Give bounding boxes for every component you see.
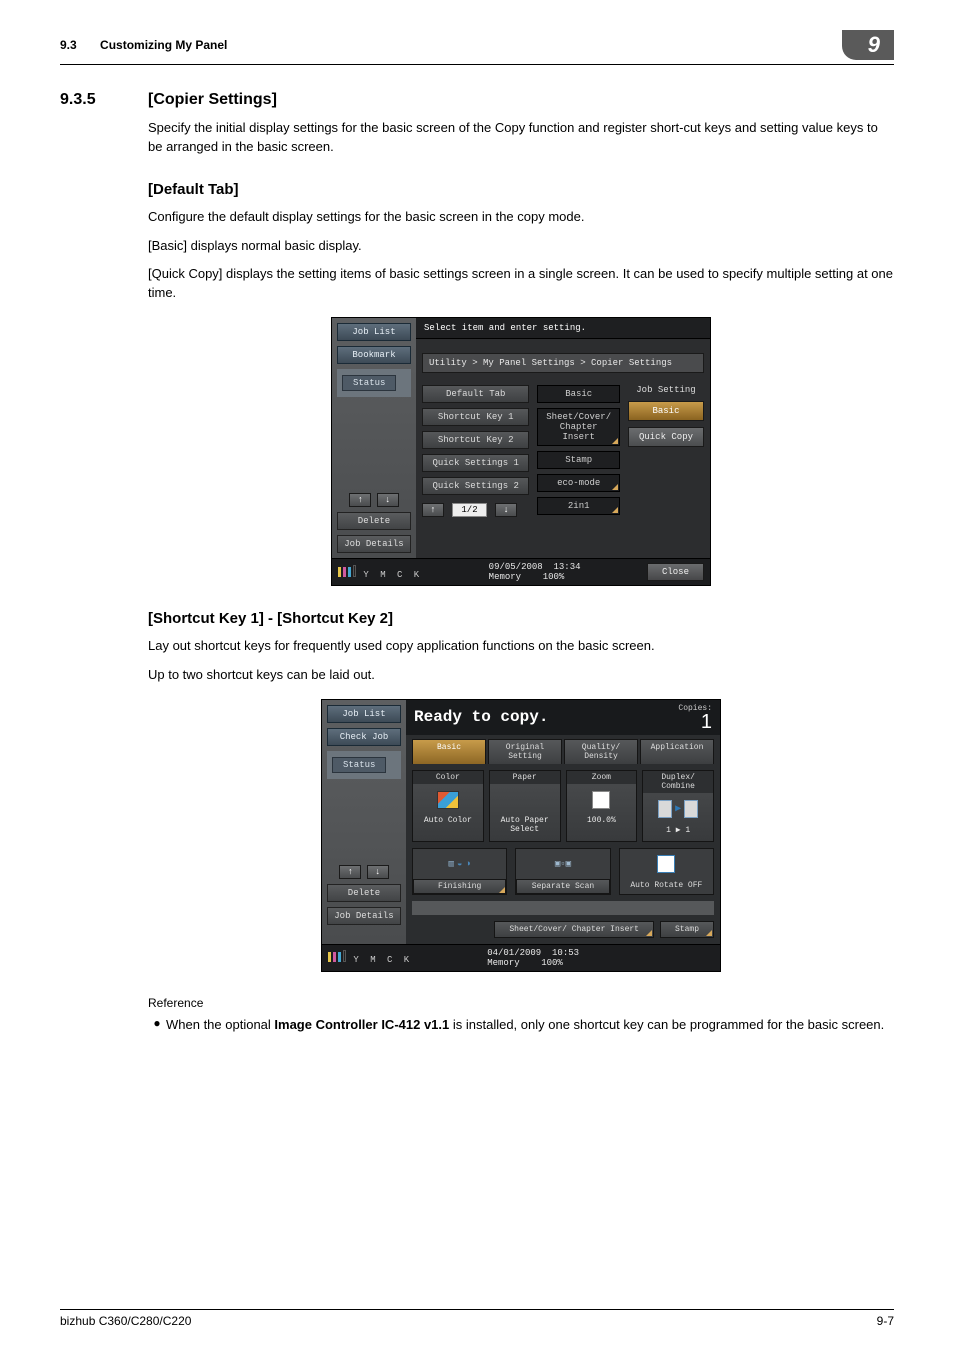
quick-copy-option-button[interactable]: Quick Copy xyxy=(628,427,704,447)
paper-panel[interactable]: Paper Auto Paper Select xyxy=(489,770,561,842)
basic-option-button[interactable]: Basic xyxy=(628,401,704,421)
default-tab-p3: [Quick Copy] displays the setting items … xyxy=(148,265,894,303)
stamp-shortcut[interactable]: Stamp xyxy=(660,921,714,938)
finishing-button[interactable]: ▥ ◒ ◑ Finishing xyxy=(412,848,507,895)
page-up-button[interactable]: ↑ xyxy=(422,503,444,517)
row-shortcut2-label[interactable]: Shortcut Key 2 xyxy=(422,431,529,449)
copies-display: Copies: 1 xyxy=(678,704,712,731)
default-tab-heading: [Default Tab] xyxy=(148,181,894,198)
toner-labels: Y M C K xyxy=(363,570,422,580)
status-button[interactable]: Status xyxy=(342,375,396,391)
separate-scan-icon: ▣▫▣ xyxy=(555,859,571,869)
status-row: Status xyxy=(337,369,411,397)
job-list-button-2[interactable]: Job List xyxy=(327,705,401,723)
scr2-left-column: Job List Check Job Status ↑ ↓ Delete Job… xyxy=(322,700,406,944)
tab-row: Basic Original Setting Quality/ Density … xyxy=(406,735,720,764)
screenshot-1-wrap: Job List Bookmark Status ↑ ↓ Delete Job … xyxy=(148,317,894,586)
row-default-tab-value: Basic xyxy=(537,385,620,403)
staple-icon: ▥ xyxy=(449,859,454,869)
footer-model: bizhub C360/C280/C220 xyxy=(60,1314,191,1328)
fold-icon: ◑ xyxy=(465,859,470,869)
ready-message: Ready to copy. xyxy=(414,708,548,726)
job-setting-column: Job Setting Basic Quick Copy xyxy=(628,385,704,520)
breadcrumb: Utility > My Panel Settings > Copier Set… xyxy=(422,353,704,373)
reference-bullet: ● When the optional Image Controller IC-… xyxy=(148,1016,894,1035)
row-default-tab-label[interactable]: Default Tab xyxy=(422,385,529,403)
default-tab-p1: Configure the default display settings f… xyxy=(148,208,894,227)
duplex-icon: ▶ xyxy=(658,800,698,818)
shortcut-heading: [Shortcut Key 1] - [Shortcut Key 2] xyxy=(148,610,894,627)
scr1-left-column: Job List Bookmark Status ↑ ↓ Delete Job … xyxy=(332,318,416,558)
row-quicksettings2-value: 2in1 xyxy=(537,497,620,515)
section-heading-row: 9.3.5 [Copier Settings] xyxy=(60,91,894,109)
tab-original-setting[interactable]: Original Setting xyxy=(488,739,562,764)
footer-page-number: 9-7 xyxy=(877,1314,894,1328)
punch-icon: ◒ xyxy=(457,859,462,869)
row-quicksettings1-value: eco-mode xyxy=(537,474,620,492)
screenshot-ready-to-copy: Job List Check Job Status ↑ ↓ Delete Job… xyxy=(321,699,721,972)
header-section-title: Customizing My Panel xyxy=(100,38,227,52)
screenshot-2-wrap: Job List Check Job Status ↑ ↓ Delete Job… xyxy=(148,699,894,972)
color-panel[interactable]: Color Auto Color xyxy=(412,770,484,842)
separate-scan-button[interactable]: ▣▫▣ Separate Scan xyxy=(515,848,610,895)
row-shortcut1-value: Sheet/Cover/ Chapter Insert xyxy=(537,408,620,446)
scroll-down-button[interactable]: ↓ xyxy=(377,493,399,507)
row-shortcut1-label[interactable]: Shortcut Key 1 xyxy=(422,408,529,426)
page-header: 9.3 Customizing My Panel 9 xyxy=(60,30,894,65)
close-button[interactable]: Close xyxy=(647,563,704,581)
page-down-button[interactable]: ↓ xyxy=(495,503,517,517)
auto-rotate-button[interactable]: Auto Rotate OFF xyxy=(619,848,714,895)
status-row-2: Status xyxy=(327,751,401,779)
page-footer: bizhub C360/C280/C220 9-7 xyxy=(60,1309,894,1328)
row-quicksettings1-label[interactable]: Quick Settings 1 xyxy=(422,454,529,472)
header-section-number: 9.3 xyxy=(60,38,77,52)
scr2-footer: Y M C K 04/01/2009 10:53 Memory 100% xyxy=(322,944,720,971)
auto-rotate-icon xyxy=(657,855,675,873)
section-intro-paragraph: Specify the initial display settings for… xyxy=(148,119,894,157)
scr1-footer: Y M C K 09/05/2008 13:34 Memory 100% Clo… xyxy=(332,558,710,585)
delete-button[interactable]: Delete xyxy=(337,512,411,530)
shortcut-p1: Lay out shortcut keys for frequently use… xyxy=(148,637,894,656)
sheet-cover-shortcut[interactable]: Sheet/Cover/ Chapter Insert xyxy=(494,921,654,938)
datetime-memory: 09/05/2008 13:34 Memory 100% xyxy=(489,562,581,582)
toner-level-icon-2 xyxy=(328,950,346,962)
status-button-2[interactable]: Status xyxy=(332,757,386,773)
reference-text: When the optional Image Controller IC-41… xyxy=(166,1016,894,1035)
screenshot-copier-settings: Job List Bookmark Status ↑ ↓ Delete Job … xyxy=(331,317,711,586)
toner-labels-2: Y M C K xyxy=(353,955,412,965)
bullet-icon: ● xyxy=(148,1016,166,1035)
reference-heading: Reference xyxy=(148,996,894,1010)
tab-quality-density[interactable]: Quality/ Density xyxy=(564,739,638,764)
row-shortcut2-value: Stamp xyxy=(537,451,620,469)
delete-button-2[interactable]: Delete xyxy=(327,884,401,902)
shortcut-p2: Up to two shortcut keys can be laid out. xyxy=(148,666,894,685)
zoom-panel[interactable]: Zoom 100.0% xyxy=(566,770,638,842)
datetime-memory-2: 04/01/2009 10:53 Memory 100% xyxy=(487,948,579,968)
instruction-message: Select item and enter setting. xyxy=(416,318,710,339)
row-quicksettings2-label[interactable]: Quick Settings 2 xyxy=(422,477,529,495)
section-number: 9.3.5 xyxy=(60,91,148,109)
duplex-panel[interactable]: Duplex/ Combine ▶ 1 ▶ 1 xyxy=(642,770,714,842)
tab-application[interactable]: Application xyxy=(640,739,714,764)
job-setting-title: Job Setting xyxy=(628,385,704,395)
settings-values-column: Basic Sheet/Cover/ Chapter Insert Stamp … xyxy=(537,385,620,520)
header-left: 9.3 Customizing My Panel xyxy=(60,38,227,52)
scroll-down-button-2[interactable]: ↓ xyxy=(367,865,389,879)
check-job-button[interactable]: Check Job xyxy=(327,728,401,746)
settings-labels-column: Default Tab Shortcut Key 1 Shortcut Key … xyxy=(422,385,529,520)
toner-level-icon xyxy=(338,565,356,577)
zoom-icon xyxy=(592,791,610,809)
chapter-badge: 9 xyxy=(842,30,894,60)
section-title: [Copier Settings] xyxy=(148,91,277,109)
tab-basic[interactable]: Basic xyxy=(412,739,486,764)
bookmark-button[interactable]: Bookmark xyxy=(337,346,411,364)
scroll-up-button[interactable]: ↑ xyxy=(349,493,371,507)
job-details-button[interactable]: Job Details xyxy=(337,535,411,553)
job-list-button[interactable]: Job List xyxy=(337,323,411,341)
scroll-up-button-2[interactable]: ↑ xyxy=(339,865,361,879)
default-tab-p2: [Basic] displays normal basic display. xyxy=(148,237,894,256)
page-indicator: 1/2 xyxy=(452,503,486,517)
auto-color-icon xyxy=(437,791,459,809)
job-details-button-2[interactable]: Job Details xyxy=(327,907,401,925)
